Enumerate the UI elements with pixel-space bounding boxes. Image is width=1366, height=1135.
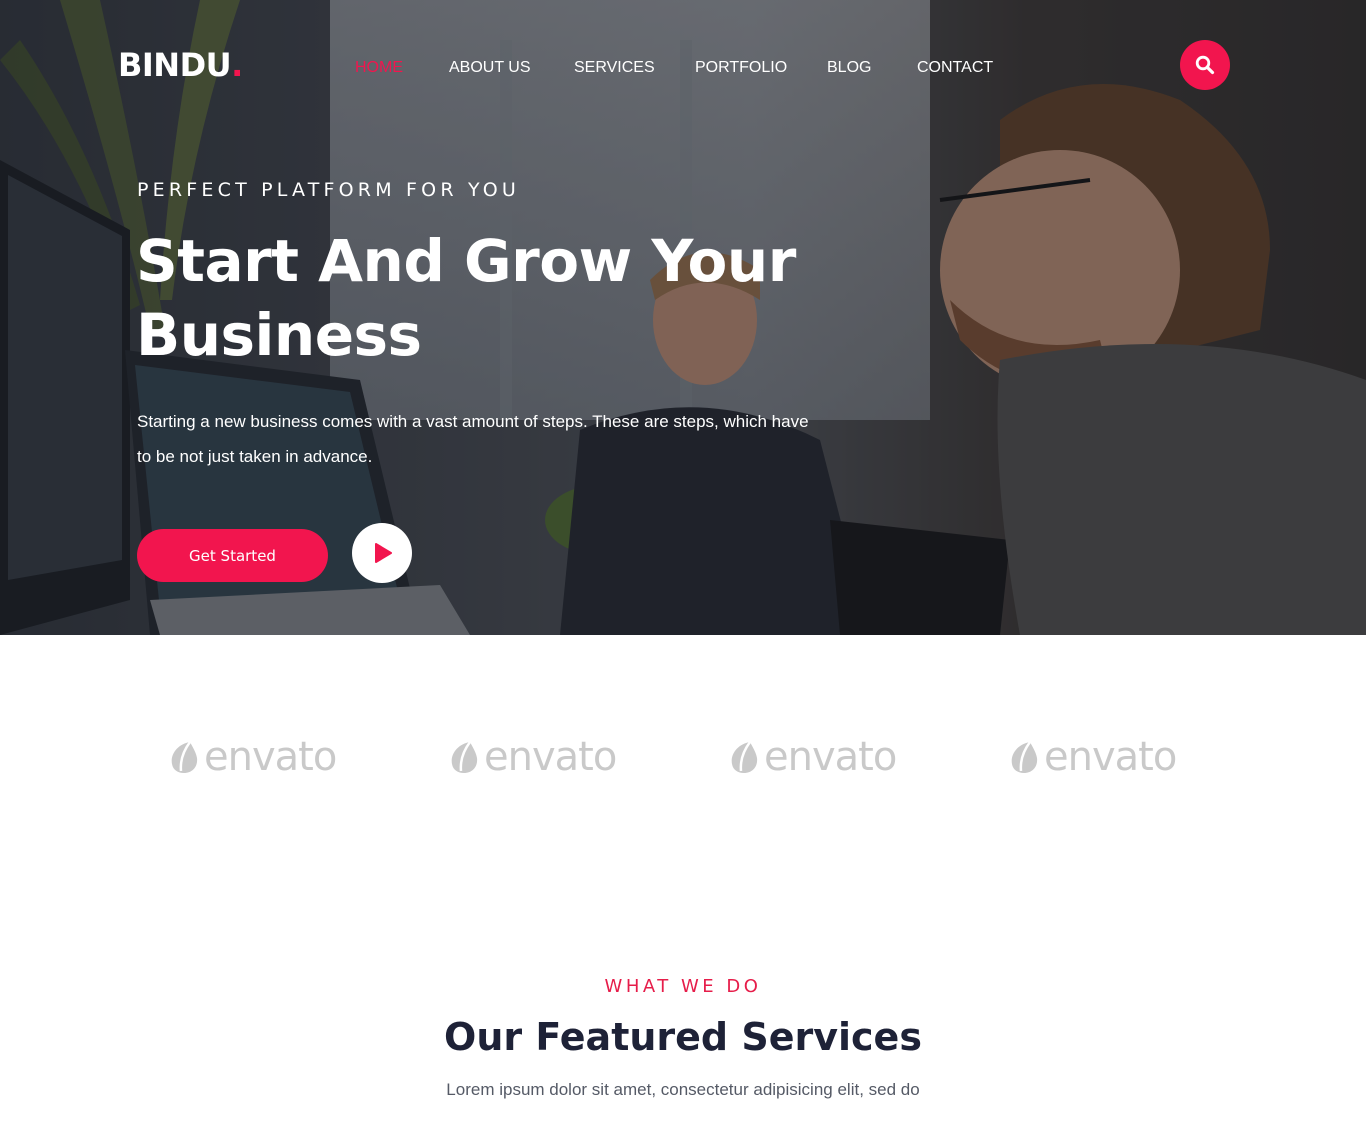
brand-name: envato	[1044, 734, 1177, 780]
logo-dot: .	[231, 46, 243, 84]
envato-leaf-icon	[1011, 741, 1038, 773]
nav-blog[interactable]: BLOG	[827, 58, 871, 78]
hero-headline-line-1: Start And Grow Your	[136, 227, 796, 295]
hero-headline: Start And Grow Your Business	[136, 224, 856, 372]
brand-logo[interactable]: envato	[1008, 734, 1177, 780]
get-started-button[interactable]: Get Started	[137, 529, 328, 582]
hero-headline-line-2: Business	[136, 301, 422, 369]
brand-name: envato	[204, 734, 337, 780]
hero-lead: Starting a new business comes with a vas…	[137, 412, 809, 466]
services-description: Lorem ipsum dolor sit amet, consectetur …	[446, 1080, 920, 1099]
envato-leaf-icon	[171, 741, 198, 773]
nav-about-us[interactable]: ABOUT US	[449, 58, 531, 78]
brand-name: envato	[484, 734, 617, 780]
play-video-button[interactable]	[352, 523, 412, 583]
nav-portfolio[interactable]: PORTFOLIO	[695, 58, 787, 78]
envato-leaf-icon	[731, 741, 758, 773]
site-logo[interactable]: BINDU.	[118, 45, 243, 85]
hero-section: BINDU. HOME ABOUT US SERVICES PORTFOLIO …	[0, 0, 1366, 635]
nav-contact[interactable]: CONTACT	[917, 58, 993, 78]
services-eyebrow: WHAT WE DO	[604, 976, 762, 997]
nav-services[interactable]: SERVICES	[574, 58, 655, 78]
logo-text: BINDU	[118, 46, 232, 84]
brand-logo[interactable]: envato	[728, 734, 897, 780]
brand-logo[interactable]: envato	[448, 734, 617, 780]
play-icon	[375, 543, 392, 563]
brand-logo[interactable]: envato	[168, 734, 337, 780]
services-title: Our Featured Services	[444, 1015, 922, 1059]
hero-eyebrow: PERFECT PLATFORM FOR YOU	[137, 179, 520, 201]
brand-logos: envato envato envato envato	[0, 635, 1366, 935]
nav-home[interactable]: HOME	[355, 58, 403, 78]
search-button[interactable]	[1180, 40, 1230, 90]
envato-leaf-icon	[451, 741, 478, 773]
search-icon	[1195, 55, 1215, 75]
brand-name: envato	[764, 734, 897, 780]
